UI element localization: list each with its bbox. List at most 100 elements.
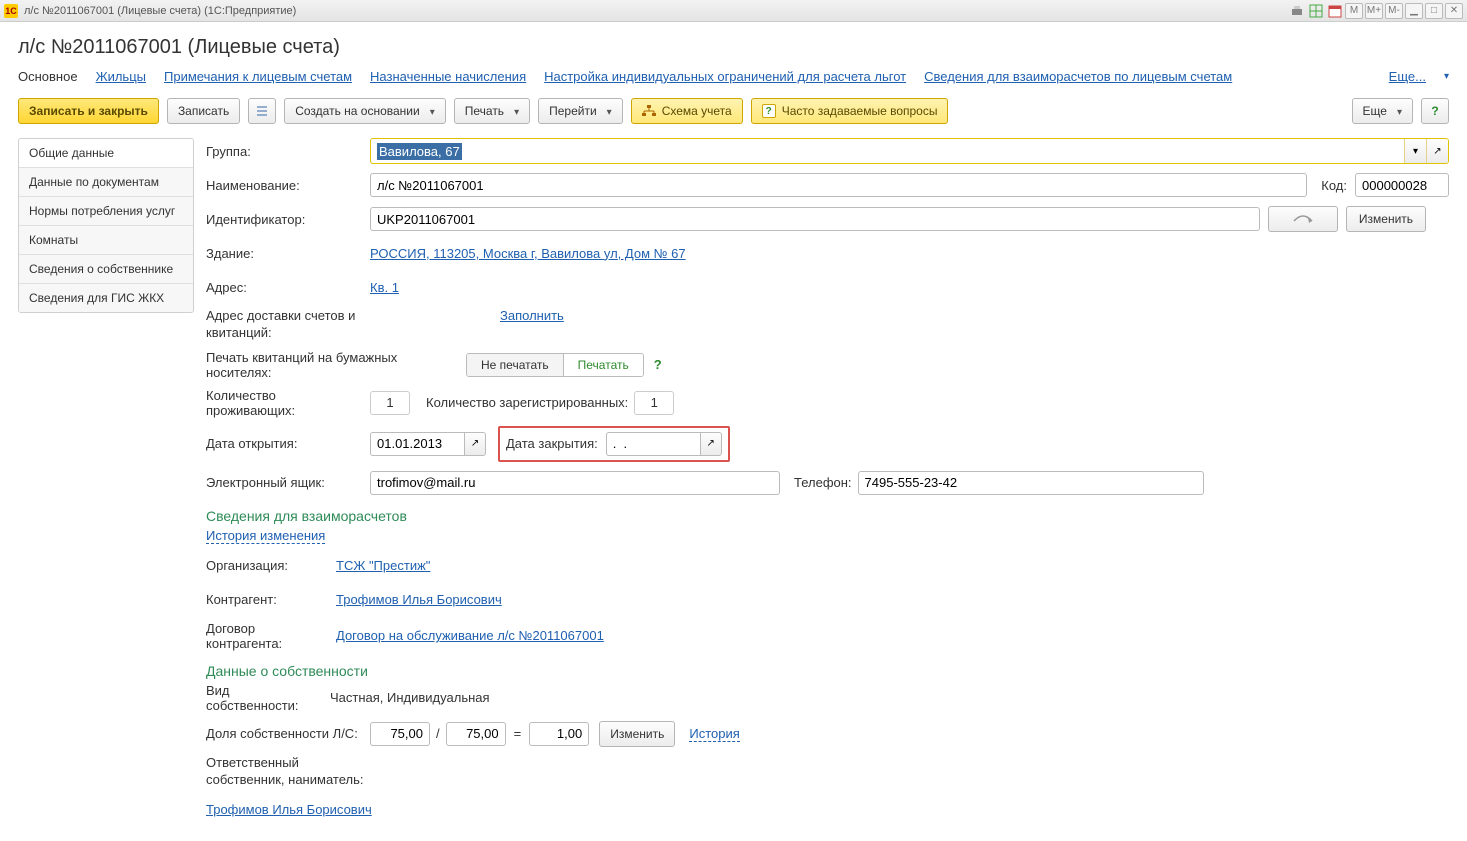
name-field[interactable] <box>370 173 1307 197</box>
refresh-id-button[interactable] <box>1268 206 1338 232</box>
save-button[interactable]: Записать <box>167 98 240 124</box>
change-share-button[interactable]: Изменить <box>599 721 675 747</box>
label-code: Код: <box>1321 178 1347 193</box>
section-ownership: Данные о собственности <box>206 663 1449 679</box>
nav-settlements[interactable]: Сведения для взаиморасчетов по лицевым с… <box>924 69 1232 84</box>
tab-rooms[interactable]: Комнаты <box>19 226 193 255</box>
faq-button[interactable]: ? Часто задаваемые вопросы <box>751 98 949 124</box>
scheme-button[interactable]: Схема учета <box>631 98 743 124</box>
phone-field[interactable] <box>858 471 1204 495</box>
nav-tenants[interactable]: Жильцы <box>96 69 146 84</box>
save-close-button[interactable]: Записать и закрыть <box>18 98 159 124</box>
label-counterparty: Контрагент: <box>206 592 336 607</box>
tab-general[interactable]: Общие данные <box>19 139 193 168</box>
help-icon[interactable]: ? <box>654 357 662 372</box>
equals: = <box>514 726 522 741</box>
form-area: Группа: Вавилова, 67 ▾ ↗ Наименование: К… <box>206 138 1449 831</box>
grid-icon[interactable] <box>1308 3 1324 19</box>
window-minimize-button[interactable]: ▁ <box>1405 3 1423 19</box>
memory-m-button[interactable]: M <box>1345 3 1363 19</box>
calendar-open-icon[interactable]: ↗ <box>464 432 486 456</box>
tab-norms[interactable]: Нормы потребления услуг <box>19 197 193 226</box>
goto-button[interactable]: Перейти <box>538 98 623 124</box>
label-resp-owner: Ответственный собственник, наниматель: <box>206 755 386 789</box>
help-button[interactable]: ? <box>1421 98 1449 124</box>
label-open-date: Дата открытия: <box>206 436 370 451</box>
calendar-close-icon[interactable]: ↗ <box>700 432 722 456</box>
label-email: Электронный ящик: <box>206 475 370 490</box>
label-building: Здание: <box>206 246 370 261</box>
window-titlebar: 1C л/с №2011067001 (Лицевые счета) (1С:П… <box>0 0 1467 22</box>
open-icon[interactable]: ↗ <box>1426 139 1448 163</box>
nav-notes[interactable]: Примечания к лицевым счетам <box>164 69 352 84</box>
toggle-no-print[interactable]: Не печатать <box>467 354 564 376</box>
nav-more-caret-icon[interactable]: ▾ <box>1444 71 1449 82</box>
section-settlement: Сведения для взаиморасчетов <box>206 508 1449 524</box>
org-link[interactable]: ТСЖ "Престиж" <box>336 558 430 573</box>
close-date-highlight: Дата закрытия: ↗ <box>498 426 730 462</box>
print-button[interactable]: Печать <box>454 98 530 124</box>
tab-owner[interactable]: Сведения о собственнике <box>19 255 193 284</box>
history-link[interactable]: История изменения <box>206 528 325 544</box>
fill-link[interactable]: Заполнить <box>500 308 564 323</box>
building-link[interactable]: РОССИЯ, 113205, Москва г, Вавилова ул, Д… <box>370 246 686 261</box>
edit-id-button[interactable]: Изменить <box>1346 206 1426 232</box>
window-maximize-button[interactable]: □ <box>1425 3 1443 19</box>
label-contract: Договор контрагента: <box>206 621 336 651</box>
window-title: л/с №2011067001 (Лицевые счета) (1С:Пред… <box>24 5 296 17</box>
email-field[interactable] <box>370 471 780 495</box>
share-result-field[interactable] <box>529 722 589 746</box>
open-date-field[interactable] <box>370 432 464 456</box>
nav-limits[interactable]: Настройка индивидуальных ограничений для… <box>544 69 906 84</box>
arrow-curve-icon <box>1292 213 1314 225</box>
list-icon-button[interactable] <box>248 98 276 124</box>
nav-row: Основное Жильцы Примечания к лицевым сче… <box>18 69 1449 84</box>
label-id: Идентификатор: <box>206 212 370 227</box>
share-a-field[interactable] <box>370 722 430 746</box>
address-link[interactable]: Кв. 1 <box>370 280 399 295</box>
code-field[interactable] <box>1355 173 1449 197</box>
resp-owner-link[interactable]: Трофимов Илья Борисович <box>206 802 372 817</box>
label-close-date: Дата закрытия: <box>506 436 598 451</box>
calendar-icon[interactable] <box>1327 3 1343 19</box>
create-based-button[interactable]: Создать на основании <box>284 98 446 124</box>
share-history-link[interactable]: История <box>689 726 739 742</box>
caret-icon <box>426 104 435 118</box>
print-icon[interactable] <box>1289 3 1305 19</box>
label-share: Доля собственности Л/С: <box>206 726 370 741</box>
toggle-do-print[interactable]: Печатать <box>564 354 643 376</box>
nav-more[interactable]: Еще... <box>1389 69 1426 84</box>
label-phone: Телефон: <box>794 475 852 490</box>
label-residents: Количество проживающих: <box>206 388 370 418</box>
contract-link[interactable]: Договор на обслуживание л/с №2011067001 <box>336 628 604 643</box>
memory-mplus-button[interactable]: M+ <box>1365 3 1383 19</box>
id-field[interactable] <box>370 207 1260 231</box>
side-tabs: Общие данные Данные по документам Нормы … <box>18 138 194 313</box>
window-close-button[interactable]: ✕ <box>1445 3 1463 19</box>
registered-value: 1 <box>634 391 674 415</box>
more-button[interactable]: Еще <box>1352 98 1413 124</box>
dropdown-icon[interactable]: ▾ <box>1404 139 1426 163</box>
nav-main[interactable]: Основное <box>18 69 78 84</box>
label-delivery-addr: Адрес доставки счетов и квитанций: <box>206 308 370 342</box>
caret-icon <box>603 104 612 118</box>
group-field-wrapper: Вавилова, 67 ▾ ↗ <box>370 138 1449 164</box>
toolbar: Записать и закрыть Записать Создать на о… <box>18 98 1449 124</box>
tab-gis[interactable]: Сведения для ГИС ЖКХ <box>19 284 193 312</box>
label-registered: Количество зарегистрированных: <box>426 395 628 410</box>
memory-mminus-button[interactable]: M- <box>1385 3 1403 19</box>
tab-documents[interactable]: Данные по документам <box>19 168 193 197</box>
page-title: л/с №2011067001 (Лицевые счета) <box>18 36 1449 59</box>
slash: / <box>436 726 440 741</box>
question-icon: ? <box>762 104 776 118</box>
group-field[interactable]: Вавилова, 67 <box>371 139 1404 163</box>
nav-accruals[interactable]: Назначенные начисления <box>370 69 526 84</box>
print-toggle: Не печатать Печатать <box>466 353 644 377</box>
label-group: Группа: <box>206 144 370 159</box>
share-b-field[interactable] <box>446 722 506 746</box>
counterparty-link[interactable]: Трофимов Илья Борисович <box>336 592 502 607</box>
app-logo-icon: 1C <box>4 4 18 18</box>
label-print-paper: Печать квитанций на бумажных носителях: <box>206 350 466 380</box>
label-name: Наименование: <box>206 178 370 193</box>
close-date-field[interactable] <box>606 432 700 456</box>
